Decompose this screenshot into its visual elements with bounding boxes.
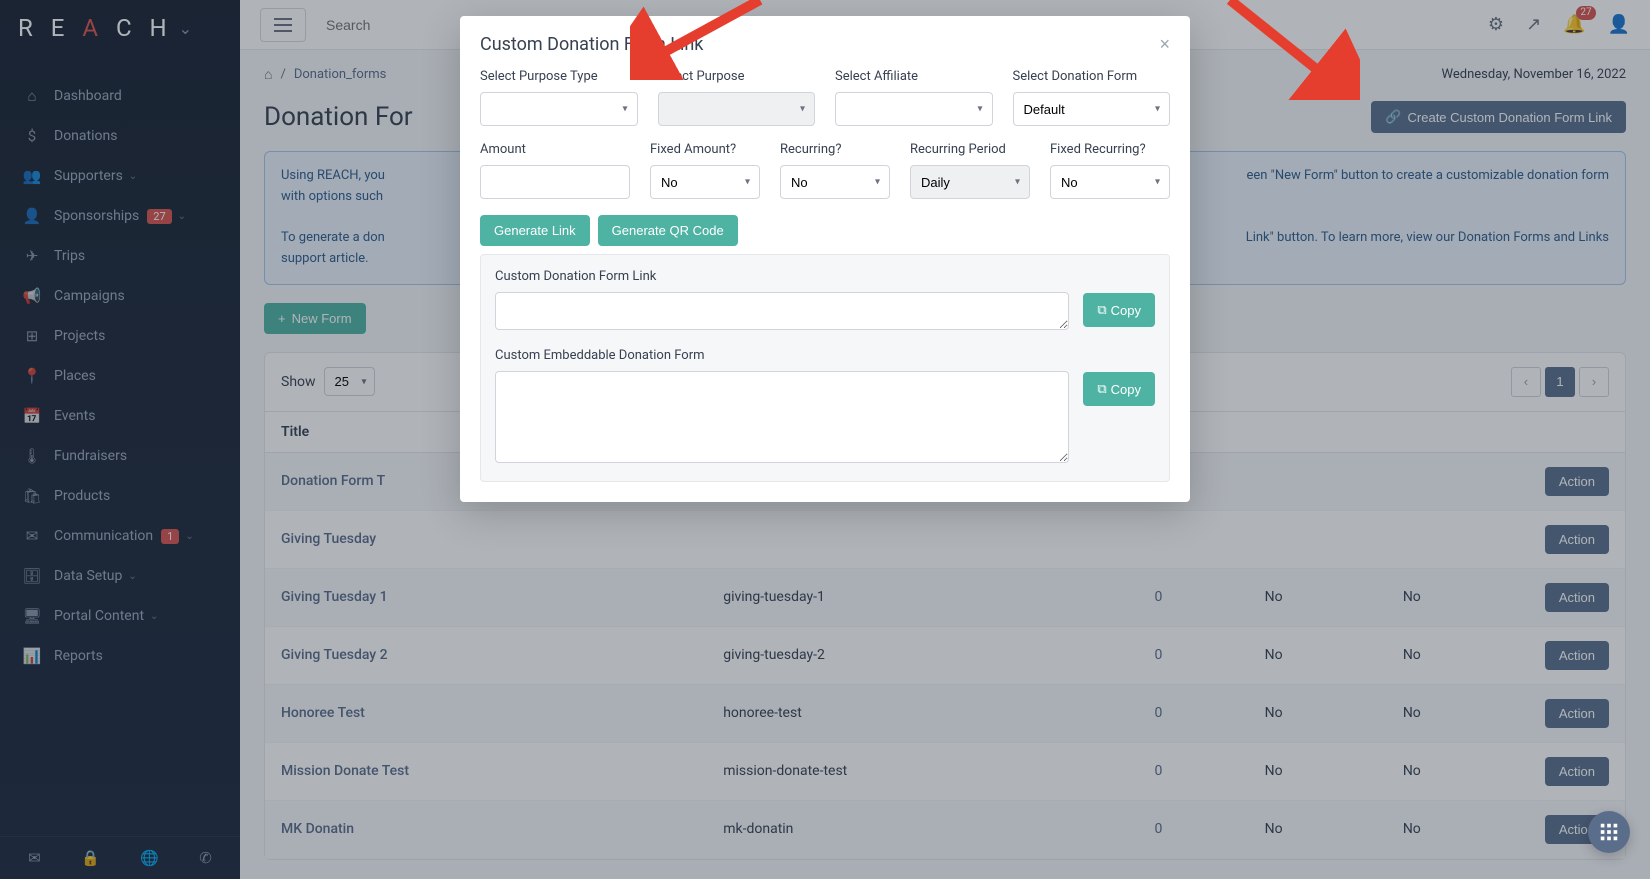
purpose-select[interactable] xyxy=(658,92,816,126)
fixed-recurring-select[interactable] xyxy=(1050,165,1170,199)
recurring-period-label: Recurring Period xyxy=(910,142,1030,157)
embed-output-label: Custom Embeddable Donation Form xyxy=(495,348,1069,363)
recurring-label: Recurring? xyxy=(780,142,890,157)
apps-fab-button[interactable] xyxy=(1588,811,1630,853)
grid-icon xyxy=(1598,821,1620,843)
output-panel: Custom Donation Form Link ⧉ Copy Custom E… xyxy=(480,254,1170,482)
donation-form-select[interactable] xyxy=(1013,92,1171,126)
custom-link-modal: Custom Donation Form Link × Select Purpo… xyxy=(460,16,1190,502)
copy-link-button[interactable]: ⧉ Copy xyxy=(1083,293,1155,327)
purpose-type-label: Select Purpose Type xyxy=(480,69,638,84)
copy-label: Copy xyxy=(1111,382,1141,397)
modal-backdrop[interactable]: Custom Donation Form Link × Select Purpo… xyxy=(0,0,1650,879)
generate-link-button[interactable]: Generate Link xyxy=(480,215,590,246)
embed-output[interactable] xyxy=(495,371,1069,463)
modal-title: Custom Donation Form Link xyxy=(480,34,703,55)
custom-link-output-label: Custom Donation Form Link xyxy=(495,269,1069,284)
fixed-amount-label: Fixed Amount? xyxy=(650,142,760,157)
donation-form-label: Select Donation Form xyxy=(1013,69,1171,84)
generate-qr-button[interactable]: Generate QR Code xyxy=(598,215,738,246)
amount-label: Amount xyxy=(480,142,630,157)
custom-link-output[interactable] xyxy=(495,292,1069,330)
amount-input[interactable] xyxy=(480,165,630,199)
affiliate-select[interactable] xyxy=(835,92,993,126)
close-icon[interactable]: × xyxy=(1159,34,1170,55)
recurring-period-select[interactable] xyxy=(910,165,1030,199)
fixed-recurring-label: Fixed Recurring? xyxy=(1050,142,1170,157)
recurring-select[interactable] xyxy=(780,165,890,199)
purpose-label: Select Purpose xyxy=(658,69,816,84)
copy-icon: ⧉ xyxy=(1097,302,1106,318)
affiliate-label: Select Affiliate xyxy=(835,69,993,84)
copy-icon: ⧉ xyxy=(1097,381,1106,397)
fixed-amount-select[interactable] xyxy=(650,165,760,199)
copy-embed-button[interactable]: ⧉ Copy xyxy=(1083,372,1155,406)
purpose-type-select[interactable] xyxy=(480,92,638,126)
copy-label: Copy xyxy=(1111,303,1141,318)
